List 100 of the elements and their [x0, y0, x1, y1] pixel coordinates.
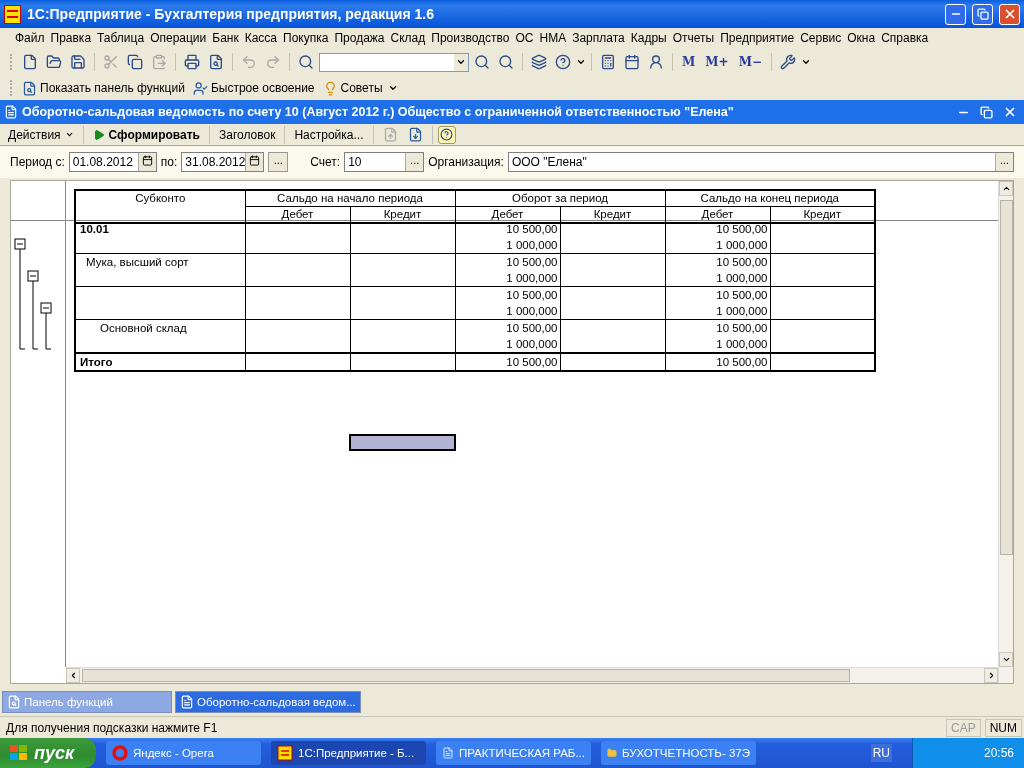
table-cell-text: 10 500,00 1 000,000 [505, 288, 558, 319]
menu-item[interactable]: НМА [536, 31, 570, 45]
scroll-up-button[interactable] [999, 181, 1013, 196]
caret-icon [64, 130, 74, 139]
start-button[interactable]: пуск [0, 738, 96, 768]
memory-button[interactable]: M [678, 55, 700, 69]
clock: 20:56 [983, 746, 1014, 760]
table-cell-text: 10 500,00 1 000,000 [715, 288, 768, 319]
collapse-button[interactable] [40, 302, 52, 350]
menu-item[interactable]: Продажа [331, 31, 388, 45]
calendar-button[interactable] [245, 153, 264, 171]
table-cell-text: Основной склад [99, 321, 188, 336]
cell-cursor[interactable] [349, 434, 456, 451]
date-field[interactable]: 01.08.2012 [68, 152, 157, 172]
taskbar-button[interactable]: БУХОТЧЕТНОСТЬ- 37Э [601, 741, 756, 765]
column-header: Оборот за период [455, 190, 665, 207]
scroll-right-button[interactable] [984, 668, 998, 683]
toolbar-button[interactable]: Заголовок [215, 127, 280, 142]
menu-item[interactable]: Таблица [94, 31, 148, 45]
preview-icon [208, 54, 224, 70]
period-button[interactable]: ... [268, 152, 289, 172]
menu-item[interactable]: Предприятие [717, 31, 798, 45]
select-button[interactable]: ... [995, 153, 1013, 171]
window-tab[interactable]: Оборотно-сальдовая ведом... [175, 691, 361, 713]
document-arrow-icon [382, 127, 398, 142]
app-logo-icon [277, 745, 293, 761]
table-cell-text: 10 500,00 [505, 355, 558, 370]
window-title: 1С:Предприятие - Бухгалтерия предприятия, редакция 1.6 [27, 6, 435, 22]
menu-item[interactable]: Покупка [280, 31, 332, 45]
menu-item[interactable]: Правка [47, 31, 95, 45]
search-icon [298, 54, 314, 70]
search-field[interactable] [319, 52, 469, 72]
memory-button[interactable]: M− [734, 55, 766, 69]
scroll-down-button[interactable] [999, 652, 1013, 667]
menu-item[interactable]: Сервис [797, 31, 845, 45]
help-button[interactable] [437, 125, 456, 144]
table-cell-text: 10 500,00 1 000,000 [715, 255, 768, 286]
key-indicator: CAP [946, 718, 981, 737]
caret-icon [387, 83, 398, 93]
document-title: Оборотно-сальдовая ведомость по счету 10 (Август 2012 г.) Общество с ограниченной ответственностью "Елена" [22, 105, 735, 119]
user-icon [192, 80, 208, 96]
menu-item[interactable]: Касса [241, 31, 281, 45]
copy-icon [127, 54, 143, 70]
toolbar-button[interactable]: Настройка... [290, 127, 368, 142]
menu-item[interactable]: Склад [387, 31, 429, 45]
menu-item[interactable]: Справка [878, 31, 932, 45]
magnifier-icon [22, 80, 37, 96]
document-icon [4, 105, 18, 119]
menu-item[interactable]: Производство [428, 31, 513, 45]
select-button[interactable]: ... [405, 153, 424, 171]
date-field[interactable]: 31.08.2012 [181, 152, 265, 172]
windows-logo-icon [10, 745, 28, 761]
collapse-button[interactable] [14, 238, 26, 350]
taskbar-button[interactable]: Яндекс - Opera [106, 741, 261, 765]
menu-item[interactable]: Банк [209, 31, 242, 45]
menu-item[interactable]: Окна [844, 31, 879, 45]
calendar-button[interactable] [137, 153, 156, 171]
actions-menu[interactable]: Действия [4, 127, 78, 142]
minimize-button[interactable] [945, 3, 966, 25]
language-indicator[interactable]: RU [870, 744, 892, 762]
document-icon [442, 745, 454, 761]
close-icon [1003, 105, 1017, 119]
scrollbar-thumb[interactable] [999, 200, 1013, 555]
taskbar-button[interactable]: ПРАКТИЧЕСКАЯ РАБ... [436, 741, 591, 765]
restore-button[interactable] [972, 3, 993, 25]
restore-button[interactable] [977, 105, 996, 119]
arrow-down-icon [1001, 655, 1011, 664]
menu-item[interactable]: Файл [12, 31, 48, 45]
memory-button[interactable]: M+ [701, 55, 733, 69]
organization-field[interactable]: ООО "Елена" ... [507, 152, 1014, 172]
toolbar-button[interactable]: Советы [319, 80, 386, 96]
status-hint: Для получения подсказки нажмите F1 [5, 720, 219, 735]
calendar-icon [249, 154, 261, 166]
magnifier-icon [7, 695, 21, 709]
menu-item[interactable]: Отчеты [669, 31, 718, 45]
table-cell-text: 10 500,00 1 000,000 [715, 222, 768, 253]
collapse-button[interactable] [27, 270, 39, 350]
menu-item[interactable]: Операции [147, 31, 210, 45]
menu-item[interactable]: Кадры [627, 31, 670, 45]
document-arrow-icon [407, 127, 423, 142]
close-button[interactable] [999, 3, 1020, 25]
play-icon [92, 128, 105, 141]
account-field[interactable]: 10 ... [344, 152, 425, 172]
printer-icon [184, 54, 200, 70]
generate-button[interactable]: Сформировать [88, 127, 204, 142]
scroll-left-button[interactable] [66, 668, 80, 683]
column-header: Сальдо на начало периода [245, 190, 455, 207]
scrollbar-thumb[interactable] [82, 669, 850, 682]
dropdown-button[interactable] [454, 53, 468, 71]
toolbar-button[interactable]: Показать панель функций [19, 80, 188, 96]
toolbar-button[interactable]: Быстрое освоение [189, 80, 318, 96]
table-cell-text: 10 500,00 1 000,000 [505, 255, 558, 286]
calendar-icon [624, 54, 640, 70]
table-cell-text: 10 500,00 1 000,000 [505, 222, 558, 253]
ring-icon [112, 745, 128, 761]
menu-item[interactable]: ОС [512, 31, 537, 45]
taskbar-button[interactable]: 1С:Предприятие - Б... [271, 741, 426, 765]
table-cell-text: 10 500,00 1 000,000 [715, 321, 768, 352]
redo-icon [265, 54, 281, 70]
menu-item[interactable]: Зарплата [569, 31, 628, 45]
